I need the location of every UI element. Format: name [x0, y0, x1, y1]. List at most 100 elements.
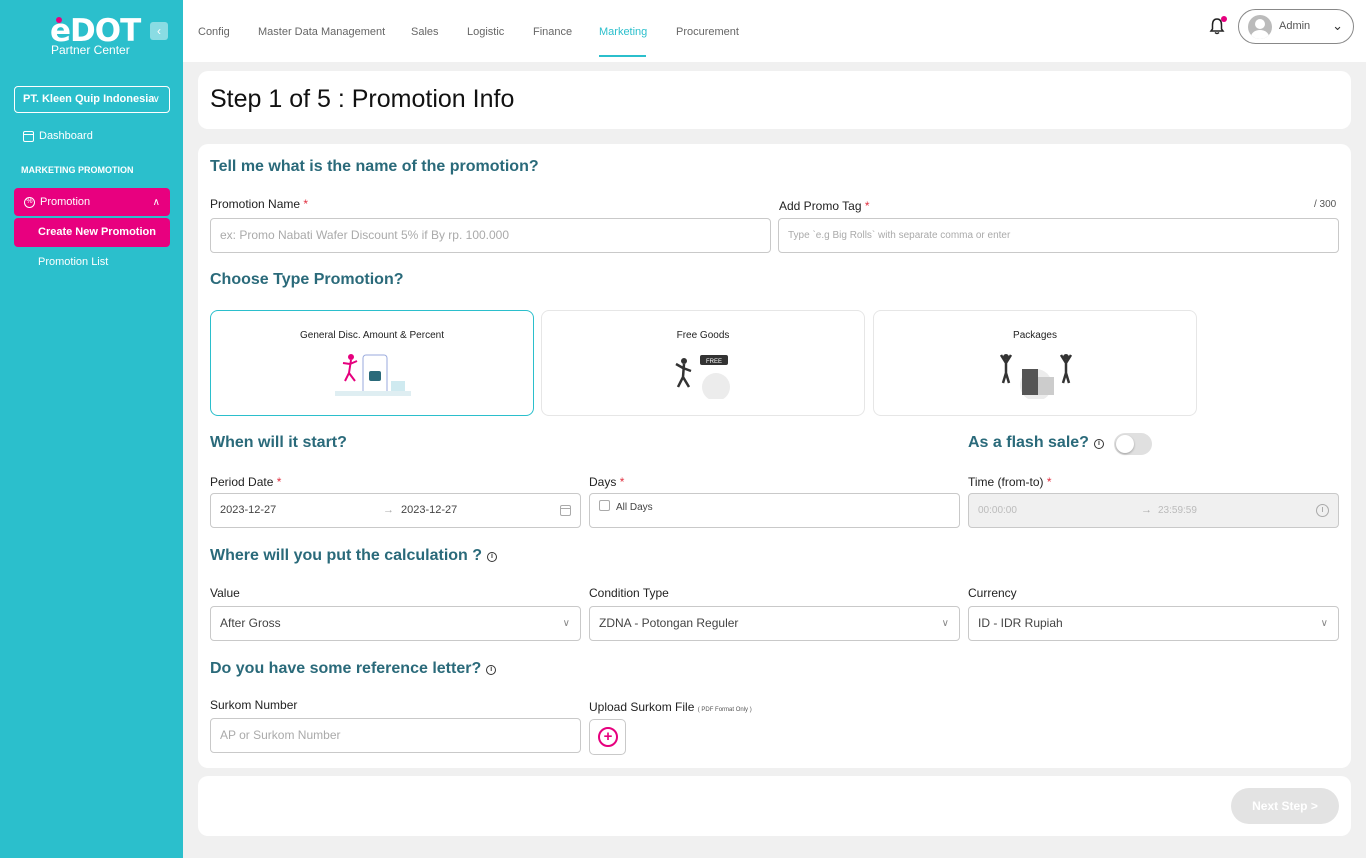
value-select[interactable]: After Gross ∨ — [210, 606, 581, 641]
type-card-packages[interactable]: Packages — [873, 310, 1197, 416]
upload-note: ( PDF Format Only ) — [697, 707, 752, 713]
period-date-label: Period Date * — [210, 475, 281, 489]
period-date-from: 2023-12-27 — [220, 504, 277, 516]
page-title: Step 1 of 5 : Promotion Info — [210, 85, 515, 113]
nav-procurement[interactable]: Procurement — [676, 26, 739, 38]
question-reference-letter: Do you have some reference letter? i — [210, 660, 497, 678]
all-days-checkbox[interactable] — [599, 500, 610, 511]
promo-tag-input[interactable]: Type `e.g Big Rolls` with separate comma… — [778, 218, 1339, 253]
clock-icon — [1316, 504, 1329, 517]
question-text: Do you have some reference letter? — [210, 660, 482, 677]
condition-type-label: Condition Type — [589, 586, 669, 600]
arrow-right-icon: → — [1141, 504, 1152, 516]
condition-type-selected: ZDNA - Potongan Reguler — [599, 616, 739, 630]
chevron-down-icon: ∨ — [941, 618, 949, 629]
sidebar-section-title: MARKETING PROMOTION — [21, 165, 134, 175]
time-label: Time (from-to) * — [968, 475, 1052, 489]
edot-logo: eDOT Partner Center — [50, 14, 150, 56]
info-icon[interactable]: i — [487, 552, 498, 562]
top-navigation: Config Master Data Management Sales Logi… — [183, 0, 1366, 62]
free-goods-illustration-icon: FREE — [675, 355, 730, 399]
question-promotion-type: Choose Type Promotion? — [210, 271, 404, 288]
sidebar-item-promotion[interactable]: % Promotion ∧ — [14, 188, 170, 216]
surkom-number-label: Surkom Number — [210, 698, 298, 712]
promo-tag-label: Add Promo Tag * — [779, 199, 870, 213]
nav-master-data-management[interactable]: Master Data Management — [258, 26, 385, 38]
period-date-to: 2023-12-27 — [401, 504, 458, 516]
dashboard-icon — [23, 130, 34, 142]
question-calculation: Where will you put the calculation ? i — [210, 547, 498, 565]
nav-finance[interactable]: Finance — [533, 26, 572, 38]
avatar — [1248, 15, 1272, 39]
required-mark: * — [619, 475, 625, 489]
label-text: Time (from-to) — [968, 475, 1044, 489]
nav-sales[interactable]: Sales — [411, 26, 439, 38]
surkom-number-input[interactable]: AP or Surkom Number — [210, 718, 581, 753]
sidebar-item-create-new-promotion[interactable]: Create New Promotion — [14, 218, 170, 247]
nav-logistic[interactable]: Logistic — [467, 26, 504, 38]
promotion-name-label: Promotion Name * — [210, 197, 308, 211]
required-mark: * — [864, 199, 870, 213]
user-name: Admin — [1279, 20, 1311, 32]
user-menu[interactable]: Admin ⌄ — [1238, 9, 1354, 44]
label-text: Add Promo Tag — [779, 199, 862, 213]
question-promotion-name: Tell me what is the name of the promotio… — [210, 158, 539, 175]
sidebar-item-dashboard[interactable]: Dashboard — [23, 130, 93, 142]
sidebar: eDOT Partner Center ‹ PT. Kleen Quip Ind… — [0, 0, 183, 858]
type-card-free-goods[interactable]: Free Goods FREE — [541, 310, 865, 416]
time-to: 23:59:59 — [1158, 505, 1197, 516]
type-card-general-discount[interactable]: General Disc. Amount & Percent — [210, 310, 534, 416]
period-date-range-input[interactable]: 2023-12-27 → 2023-12-27 — [210, 493, 581, 528]
info-icon[interactable]: i — [1093, 439, 1104, 449]
currency-selected: ID - IDR Rupiah — [978, 616, 1063, 630]
calendar-icon — [560, 505, 571, 516]
time-range-input: 00:00:00 → 23:59:59 — [968, 493, 1339, 528]
footer-card: Next Step > — [198, 776, 1351, 836]
value-selected: After Gross — [220, 616, 281, 630]
days-label: Days * — [589, 475, 624, 489]
discount-illustration-icon — [335, 354, 411, 396]
info-icon[interactable]: i — [486, 665, 497, 675]
condition-type-select[interactable]: ZDNA - Potongan Reguler ∨ — [589, 606, 960, 641]
required-mark: * — [303, 197, 309, 211]
collapse-sidebar-button[interactable]: ‹ — [150, 22, 168, 40]
packages-illustration-icon — [999, 354, 1073, 399]
question-text: As a flash sale? — [968, 434, 1089, 451]
upload-surkom-button[interactable]: + — [589, 719, 626, 755]
time-from: 00:00:00 — [978, 505, 1017, 516]
chevron-down-icon: ∨ — [1320, 618, 1328, 629]
currency-select[interactable]: ID - IDR Rupiah ∨ — [968, 606, 1339, 641]
all-days-label[interactable]: All Days — [616, 502, 653, 513]
label-text: Period Date — [210, 475, 274, 489]
question-start: When will it start? — [210, 434, 347, 451]
flash-sale-toggle[interactable] — [1114, 433, 1152, 455]
next-step-button[interactable]: Next Step > — [1231, 788, 1339, 824]
notification-dot — [1221, 16, 1227, 22]
active-nav-indicator — [599, 55, 646, 57]
label-text: Promotion Name — [210, 197, 301, 211]
type-card-title: Free Goods — [676, 330, 730, 341]
question-text: Where will you put the calculation ? — [210, 547, 483, 564]
sidebar-item-label: Promotion — [40, 196, 91, 208]
chevron-up-icon: ∧ — [152, 196, 160, 208]
days-field: All Days — [589, 493, 960, 528]
upload-surkom-label: Upload Surkom File ( PDF Format Only ) — [589, 700, 752, 714]
free-tag-text: FREE — [706, 359, 722, 365]
label-text: Upload Surkom File — [589, 700, 695, 714]
question-flash-sale: As a flash sale? i — [968, 434, 1104, 452]
value-label: Value — [210, 586, 240, 600]
chevron-down-icon: ∨ — [152, 94, 160, 105]
promotion-icon: % — [24, 196, 35, 208]
label-text: Days — [589, 475, 617, 489]
currency-label: Currency — [968, 586, 1017, 600]
logo-dot — [56, 17, 62, 23]
type-card-title: Packages — [1013, 330, 1057, 341]
company-select[interactable]: PT. Kleen Quip Indonesia ∨ — [14, 86, 170, 113]
nav-marketing[interactable]: Marketing — [599, 26, 647, 38]
sidebar-item-promotion-list[interactable]: Promotion List — [38, 256, 108, 268]
promotion-name-input[interactable]: ex: Promo Nabati Wafer Discount 5% if By… — [210, 218, 771, 253]
type-card-title: General Disc. Amount & Percent — [300, 330, 444, 341]
chevron-down-icon: ∨ — [562, 618, 570, 629]
arrow-right-icon: → — [383, 504, 394, 516]
nav-config[interactable]: Config — [198, 26, 230, 38]
